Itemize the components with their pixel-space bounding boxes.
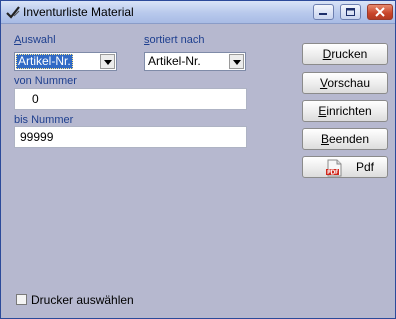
sortiert-label: sortiert nach [144,34,205,46]
bis-nummer-input[interactable]: 99999 [14,126,247,148]
von-nummer-label: von Nummer [14,75,77,87]
auswahl-select[interactable]: Artikel-Nr. [14,52,117,71]
close-button[interactable] [367,4,393,20]
checkmark-edit-icon [5,4,21,20]
einrichten-label: inrichten [326,104,372,118]
title-bar[interactable]: Inventurliste Material [1,1,395,24]
window-title: Inventurliste Material [23,5,134,19]
vorschau-button[interactable]: Vorschau [302,72,388,94]
chevron-down-icon [104,60,112,65]
sortiert-label-rest: ortiert nach [149,34,205,46]
auswahl-select-value: Artikel-Nr. [16,54,73,69]
drucker-auswaehlen-checkbox[interactable] [16,294,27,305]
sortiert-dropdown-button[interactable] [229,54,244,69]
von-nummer-input[interactable]: 0 [14,88,247,110]
maximize-icon [346,8,355,16]
minimize-button[interactable] [313,4,334,20]
pdf-label: Pdf [356,160,375,174]
sortiert-select-value: Artikel-Nr. [148,54,201,68]
pdf-button[interactable]: Pdf [302,156,388,178]
beenden-accel: B [320,132,329,146]
drucker-auswaehlen-label[interactable]: Drucker auswählen [31,293,134,307]
beenden-label: eenden [328,132,370,146]
bis-nummer-label: bis Nummer [14,114,74,126]
auswahl-dropdown-button[interactable] [100,54,115,69]
chevron-down-icon [233,60,241,65]
sortiert-select[interactable]: Artikel-Nr. [144,52,246,71]
vorschau-label: orschau [327,76,371,90]
close-icon [375,7,385,17]
minimize-icon [319,13,327,15]
maximize-button[interactable] [340,4,361,20]
beenden-button[interactable]: Beenden [302,128,388,150]
auswahl-label: Auswahl [14,34,56,46]
pdf-file-icon [325,159,343,177]
drucken-accel: D [322,47,332,61]
einrichten-button[interactable]: Einrichten [302,100,388,122]
drucken-label: rucken [331,47,368,61]
drucken-button[interactable]: Drucken [302,43,388,65]
app-window: Inventurliste Material Auswahl Artikel-N… [0,0,396,319]
auswahl-label-rest: uswahl [21,34,56,46]
